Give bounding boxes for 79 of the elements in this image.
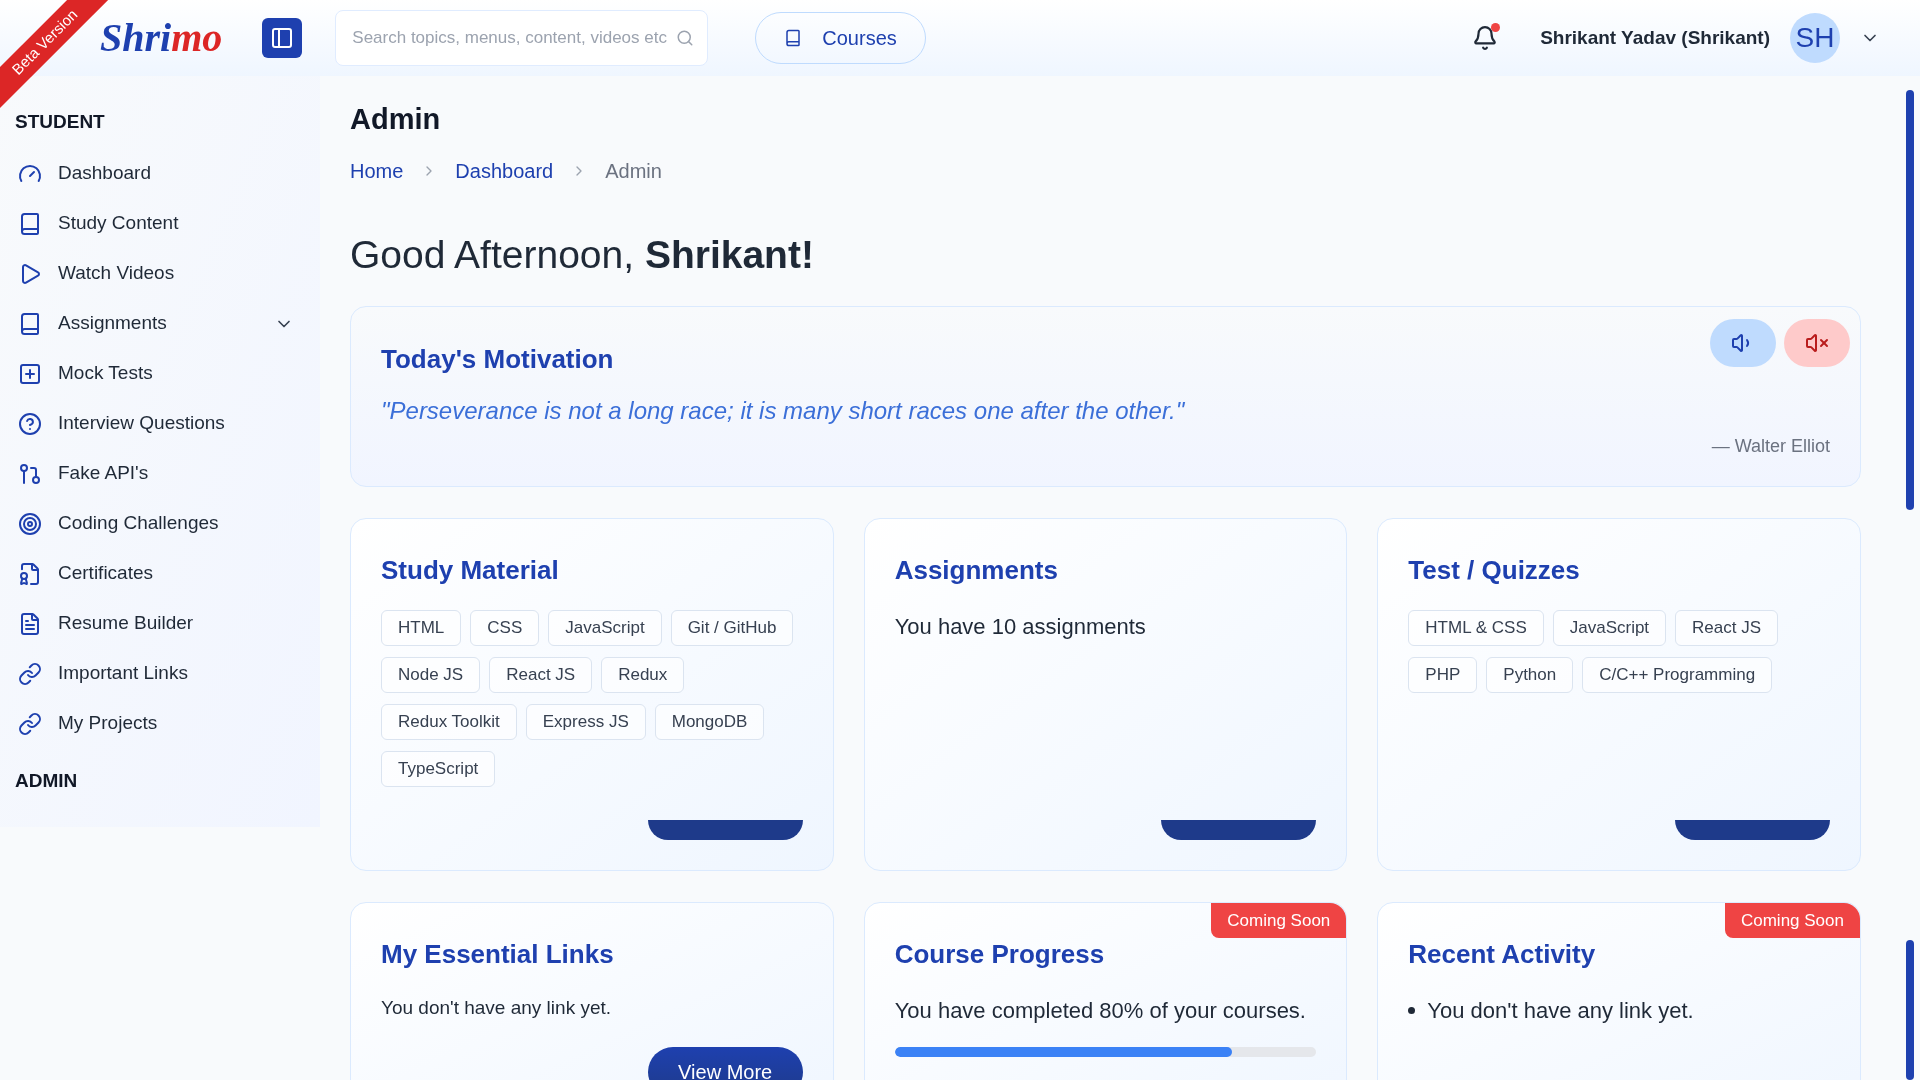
topic-tag[interactable]: HTML & CSS xyxy=(1408,610,1544,646)
square-plus-icon xyxy=(18,361,42,386)
user-avatar[interactable]: SH xyxy=(1790,13,1840,63)
search-field[interactable]: Search topics, menus, content, videos etc xyxy=(335,10,709,66)
topic-tag[interactable]: JavaScript xyxy=(1552,610,1667,646)
sidebar-item[interactable]: Study Content xyxy=(0,198,320,249)
sidebar-item[interactable]: Dashboard xyxy=(0,148,320,199)
link-icon xyxy=(18,711,42,736)
bell-icon xyxy=(1472,25,1499,51)
topic-tag[interactable]: Python xyxy=(1486,657,1574,693)
sidebar-item[interactable]: Mock Tests xyxy=(0,348,320,399)
coming-soon-badge: Coming Soon xyxy=(1211,903,1347,938)
topic-tag[interactable]: CSS xyxy=(470,610,540,646)
section-heading: STUDENT xyxy=(14,110,106,134)
topic-tag[interactable]: TypeScript xyxy=(381,751,496,787)
topic-tag[interactable]: C/C++ Programming xyxy=(1582,657,1773,693)
card-title: Today's Motivation xyxy=(381,343,614,376)
card-text: You have 10 assignments xyxy=(894,613,1147,641)
sidebar-item[interactable]: Certificates xyxy=(0,548,320,599)
topic-tag[interactable]: Git / GitHub xyxy=(670,610,794,646)
link-icon xyxy=(18,661,42,686)
card-text: You have completed 80% of your courses. xyxy=(894,997,1307,1025)
bullet-icon xyxy=(1408,1007,1416,1014)
page-title: Admin xyxy=(350,102,442,137)
topic-tag[interactable]: React JS xyxy=(489,657,593,693)
greeting: Good Afternoon, Shrikant! xyxy=(350,231,815,278)
card-title: Study Material xyxy=(381,554,559,587)
card-title: Recent Activity xyxy=(1408,938,1596,971)
clipped-button[interactable] xyxy=(1675,820,1830,840)
card-title: Test / Quizzes xyxy=(1408,554,1580,587)
topic-tag[interactable]: Express JS xyxy=(525,704,646,740)
clipped-button[interactable] xyxy=(647,820,803,840)
coming-soon-badge: Coming Soon xyxy=(1724,903,1860,938)
breadcrumb-link[interactable]: Dashboard xyxy=(455,155,554,186)
speaker-button[interactable] xyxy=(1710,319,1776,367)
topic-tag[interactable]: JavaScript xyxy=(548,610,662,646)
book-icon xyxy=(784,29,803,47)
breadcrumb-link[interactable]: Home xyxy=(350,155,404,186)
topic-tag[interactable]: MongoDB xyxy=(654,704,765,740)
card-text: You don't have any link yet. xyxy=(381,996,613,1020)
sidebar-item[interactable]: Coding Challenges xyxy=(0,498,320,549)
topic-tag[interactable]: Redux xyxy=(601,657,685,693)
card-title: My Essential Links xyxy=(381,938,614,971)
sidebar-item[interactable]: Watch Videos xyxy=(0,248,320,299)
topic-tag[interactable]: Redux Toolkit xyxy=(381,704,517,740)
clipped-button[interactable] xyxy=(1161,820,1317,840)
quote-text: "Perseverance is not a long race; it is many short races one after the other." xyxy=(381,396,1186,426)
sidebar-item[interactable]: Resume Builder xyxy=(0,598,320,649)
logo[interactable]: Shrimo xyxy=(100,8,223,68)
scrollbar-thumb[interactable] xyxy=(1906,90,1914,510)
topic-tag[interactable]: PHP xyxy=(1408,657,1478,693)
help-icon xyxy=(18,411,42,436)
topic-tag[interactable]: Node JS xyxy=(381,657,481,693)
certificate-icon xyxy=(18,561,42,586)
sidebar-item[interactable]: Important Links xyxy=(0,648,320,699)
card-title: Course Progress xyxy=(894,938,1105,971)
sidebar-item[interactable]: Fake API's xyxy=(0,448,320,499)
mute-icon xyxy=(1805,331,1829,355)
section-heading: ADMIN xyxy=(14,768,79,793)
book-icon xyxy=(18,211,42,236)
book-icon xyxy=(18,311,42,336)
quote-author: — Walter Elliot xyxy=(1710,435,1830,458)
sidebar-item[interactable]: Assignments xyxy=(0,298,320,349)
panel-icon xyxy=(270,26,295,50)
view-more-button[interactable]: View More xyxy=(647,1046,803,1080)
branch-icon xyxy=(18,461,42,486)
topic-tag[interactable]: React JS xyxy=(1675,610,1779,646)
scrollbar-thumb[interactable] xyxy=(1906,940,1914,1080)
topic-tag[interactable]: HTML xyxy=(381,610,462,646)
mute-button[interactable] xyxy=(1784,319,1850,367)
sidebar-item[interactable]: Interview Questions xyxy=(0,398,320,449)
card-title: Assignments xyxy=(894,554,1058,587)
document-icon xyxy=(18,611,42,636)
list-item: You don't have any link yet. xyxy=(1427,997,1694,1025)
sidebar-item[interactable]: My Projects xyxy=(0,698,320,749)
sidebar-toggle-button[interactable] xyxy=(262,18,303,58)
search-icon xyxy=(676,29,695,47)
target-icon xyxy=(18,511,42,536)
user-name[interactable]: Shrikant Yadav (Shrikant) xyxy=(1540,23,1770,53)
